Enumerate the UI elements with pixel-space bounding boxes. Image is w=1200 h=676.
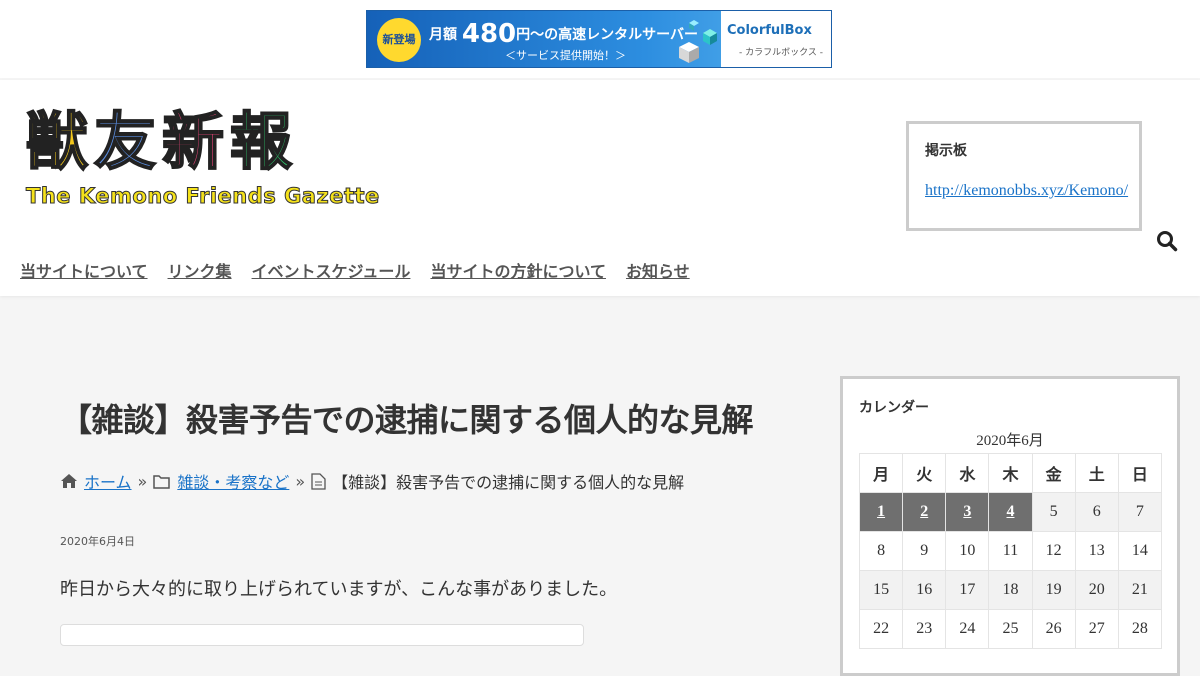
nav-events[interactable]: イベントスケジュール bbox=[252, 258, 411, 282]
nav-links[interactable]: リンク集 bbox=[168, 258, 232, 282]
ad-subline: ＜サービス提供開始！＞ bbox=[505, 49, 626, 62]
calendar-week: 15 16 17 18 19 20 21 bbox=[858, 570, 1163, 610]
ad-brand: ColorfulBox - カラフルボックス - bbox=[721, 11, 831, 67]
site-header: 獣友新報 The Kemono Friends Gazette 掲示板 http… bbox=[0, 80, 1200, 296]
calendar-day[interactable]: 4 bbox=[988, 492, 1033, 532]
calendar-day: 11 bbox=[988, 531, 1033, 571]
calendar-table: 月火水木金土日 1 2 3 4 5 6 7 8 9 10 11 12 13 14 15 16 17 18 19 20 2… bbox=[858, 453, 1163, 649]
bbs-widget-title: 掲示板 bbox=[925, 143, 967, 159]
search-icon[interactable] bbox=[1156, 230, 1178, 252]
calendar-weekday: 火 bbox=[902, 453, 947, 493]
cubes-icon bbox=[679, 20, 717, 63]
nav-policy[interactable]: 当サイトの方針について bbox=[430, 258, 606, 282]
calendar-day: 15 bbox=[858, 570, 904, 610]
double-chevron-icon: » bbox=[295, 471, 306, 491]
calendar-day: 5 bbox=[1031, 492, 1076, 532]
bbs-widget: 掲示板 http://kemonobbs.xyz/Kemono/ bbox=[906, 121, 1142, 231]
logo-char: 獣 bbox=[25, 105, 89, 179]
document-icon bbox=[311, 472, 326, 490]
calendar-weekday: 水 bbox=[945, 453, 990, 493]
calendar-day: 12 bbox=[1031, 531, 1076, 571]
calendar-week: 22 23 24 25 26 27 28 bbox=[858, 609, 1163, 649]
calendar-day: 7 bbox=[1117, 492, 1163, 532]
calendar-day[interactable]: 1 bbox=[858, 492, 904, 532]
main-nav: 当サイトについて リンク集 イベントスケジュール 当サイトの方針について お知ら… bbox=[20, 258, 690, 282]
calendar-day: 24 bbox=[945, 609, 990, 649]
calendar-day: 13 bbox=[1074, 531, 1119, 571]
ad-headline: 月額 480円～の高速レンタルサーバー bbox=[429, 19, 699, 49]
double-chevron-icon: » bbox=[137, 471, 148, 491]
site-logo[interactable]: 獣友新報 The Kemono Friends Gazette bbox=[25, 105, 380, 209]
calendar-day-link[interactable]: 2 bbox=[920, 503, 928, 520]
calendar-day: 20 bbox=[1074, 570, 1119, 610]
calendar-title: カレンダー bbox=[859, 400, 929, 416]
calendar-day: 22 bbox=[858, 609, 904, 649]
calendar-day: 6 bbox=[1074, 492, 1119, 532]
calendar-weekday: 木 bbox=[988, 453, 1033, 493]
calendar-weekday: 土 bbox=[1074, 453, 1119, 493]
calendar-day: 25 bbox=[988, 609, 1033, 649]
calendar-caption: 2020年6月 bbox=[976, 433, 1044, 449]
calendar-day: 28 bbox=[1117, 609, 1163, 649]
calendar-day: 9 bbox=[902, 531, 947, 571]
folder-icon bbox=[153, 474, 171, 489]
brand-sub: - カラフルボックス - bbox=[739, 48, 823, 58]
home-icon bbox=[61, 474, 77, 488]
logo-char: 新 bbox=[161, 105, 225, 179]
bbs-link[interactable]: http://kemonobbs.xyz/Kemono/ bbox=[925, 182, 1128, 200]
calendar-day: 17 bbox=[945, 570, 990, 610]
calendar-day: 26 bbox=[1031, 609, 1076, 649]
calendar-day: 10 bbox=[945, 531, 990, 571]
breadcrumb-category[interactable]: 雑談・考察など bbox=[177, 469, 289, 493]
nav-news[interactable]: お知らせ bbox=[626, 258, 690, 282]
calendar-week: 8 9 10 11 12 13 14 bbox=[858, 531, 1163, 571]
ad-badge: 新登場 bbox=[377, 18, 421, 62]
logo-char: 友 bbox=[93, 105, 157, 179]
nav-about[interactable]: 当サイトについて bbox=[20, 258, 148, 282]
breadcrumb: ホーム » 雑談・考察など » 【雑談】殺害予告での逮捕に関する個人的な見解 bbox=[60, 469, 820, 493]
breadcrumb-current: 【雑談】殺害予告での逮捕に関する個人的な見解 bbox=[332, 473, 685, 492]
logo-subtitle: The Kemono Friends Gazette bbox=[26, 184, 380, 209]
calendar-day: 8 bbox=[858, 531, 904, 571]
calendar-day: 14 bbox=[1117, 531, 1163, 571]
post-date: 2020年6月4日 bbox=[60, 535, 135, 548]
calendar-day-link[interactable]: 3 bbox=[963, 503, 971, 520]
calendar-day-link[interactable]: 1 bbox=[877, 503, 885, 520]
calendar-week: 1 2 3 4567 bbox=[858, 492, 1163, 532]
embed-card[interactable] bbox=[60, 624, 584, 646]
calendar-weekday: 日 bbox=[1117, 453, 1163, 493]
logo-char: 報 bbox=[229, 105, 293, 179]
article-title: 【雑談】殺害予告での逮捕に関する個人的な見解 bbox=[60, 401, 754, 439]
calendar-weekday: 金 bbox=[1031, 453, 1076, 493]
calendar-day: 19 bbox=[1031, 570, 1076, 610]
ad-banner[interactable]: 新登場 月額 480円～の高速レンタルサーバー ＜サービス提供開始！＞ Colo… bbox=[366, 10, 832, 68]
calendar-day: 18 bbox=[988, 570, 1033, 610]
article-body: 昨日から大々的に取り上げられていますが、こんな事がありました。 bbox=[60, 579, 618, 600]
brand-name: ColorfulBox bbox=[727, 23, 812, 38]
calendar-day-link[interactable]: 4 bbox=[1006, 503, 1014, 520]
calendar-day: 16 bbox=[902, 570, 947, 610]
calendar-day: 21 bbox=[1117, 570, 1163, 610]
article: 【雑談】殺害予告での逮捕に関する個人的な見解 ホーム » 雑談・考察など » 【… bbox=[60, 395, 820, 601]
calendar-day[interactable]: 3 bbox=[945, 492, 990, 532]
logo-kanji: 獣友新報 bbox=[25, 105, 380, 179]
ad-bar: 新登場 月額 480円～の高速レンタルサーバー ＜サービス提供開始！＞ Colo… bbox=[0, 0, 1200, 78]
calendar-day: 27 bbox=[1074, 609, 1119, 649]
calendar-weekday: 月 bbox=[858, 453, 904, 493]
calendar-day[interactable]: 2 bbox=[902, 492, 947, 532]
breadcrumb-home[interactable]: ホーム bbox=[84, 469, 132, 493]
calendar-day: 23 bbox=[902, 609, 947, 649]
calendar-widget: カレンダー 2020年6月 月火水木金土日 1 2 3 4 5 6 7 8 9 10 11 12 13 1… bbox=[840, 376, 1180, 676]
